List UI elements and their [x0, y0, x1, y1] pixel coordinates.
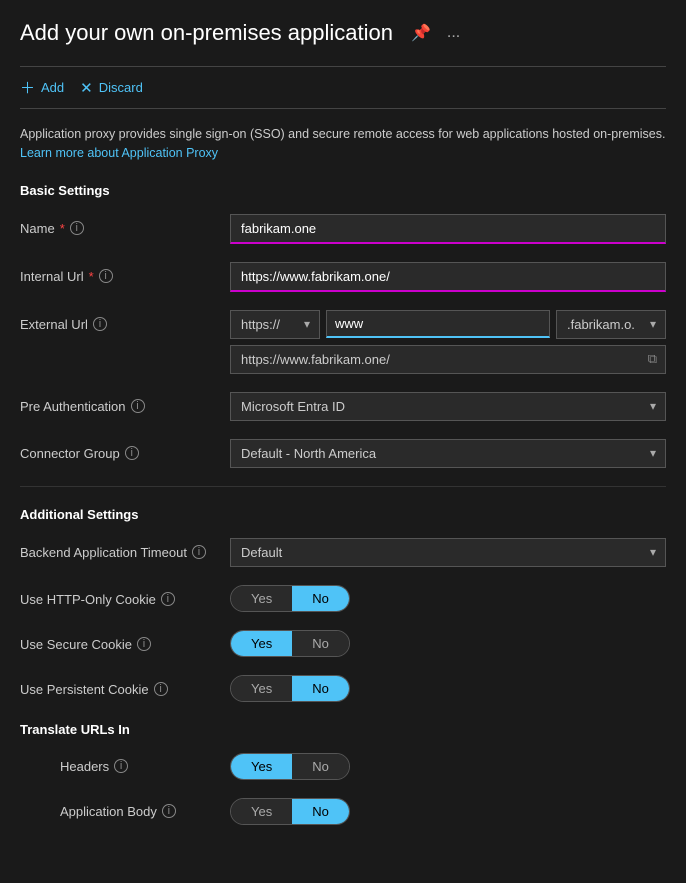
secure-cookie-toggle: Yes No — [230, 630, 350, 657]
backend-timeout-dropdown[interactable]: Default Long — [230, 538, 666, 567]
external-url-info-icon[interactable]: i — [93, 317, 107, 331]
internal-url-label: Internal Url * i — [20, 262, 220, 284]
persistent-cookie-row: Use Persistent Cookie i Yes No — [20, 675, 666, 702]
additional-settings-title: Additional Settings — [20, 507, 666, 522]
full-url-text: https://www.fabrikam.one/ — [241, 352, 390, 367]
protocol-dropdown[interactable]: https:// — [230, 310, 320, 339]
subdomain-input[interactable] — [326, 310, 550, 338]
connector-group-dropdown[interactable]: Default - North America — [230, 439, 666, 468]
translate-urls-title: Translate URLs In — [20, 722, 666, 737]
headers-yes-btn[interactable]: Yes — [231, 754, 292, 779]
backend-timeout-row: Backend Application Timeout i Default Lo… — [20, 538, 666, 567]
domain-dropdown[interactable]: .fabrikam.o... — [556, 310, 666, 339]
backend-timeout-info-icon[interactable]: i — [192, 545, 206, 559]
persistent-cookie-label: Use Persistent Cookie i — [20, 675, 220, 697]
toolbar: ＋ Add ✕ Discard — [20, 66, 666, 109]
internal-url-row: Internal Url * i — [20, 262, 666, 292]
name-row: Name * i — [20, 214, 666, 244]
external-url-label: External Url i — [20, 310, 220, 332]
copy-icon[interactable]: ⧉ — [648, 351, 657, 367]
persistent-cookie-no-btn[interactable]: No — [292, 676, 349, 701]
pre-auth-row: Pre Authentication i Microsoft Entra ID … — [20, 392, 666, 421]
app-body-no-btn[interactable]: No — [292, 799, 349, 824]
banner-text: Application proxy provides single sign-o… — [20, 127, 665, 141]
pre-auth-control: Microsoft Entra ID Passthrough ▾ — [230, 392, 666, 421]
headers-info-icon[interactable]: i — [114, 759, 128, 773]
pre-auth-info-icon[interactable]: i — [131, 399, 145, 413]
more-options-icon[interactable]: ... — [443, 22, 464, 44]
external-url-control: https:// ▾ .fabrikam.o... ▾ https://www.… — [230, 310, 666, 374]
full-url-display: https://www.fabrikam.one/ ⧉ — [230, 345, 666, 374]
http-only-cookie-toggle: Yes No — [230, 585, 350, 612]
internal-url-input[interactable] — [230, 262, 666, 292]
add-button[interactable]: ＋ Add — [20, 77, 64, 98]
headers-toggle: Yes No — [230, 753, 350, 780]
subdomain-wrapper — [326, 310, 550, 338]
connector-group-row: Connector Group i Default - North Americ… — [20, 439, 666, 468]
domain-dropdown-wrapper: .fabrikam.o... ▾ — [556, 310, 666, 339]
http-only-cookie-row: Use HTTP-Only Cookie i Yes No — [20, 585, 666, 612]
internal-url-control — [230, 262, 666, 292]
app-body-row: Application Body i Yes No — [20, 798, 666, 825]
name-label: Name * i — [20, 214, 220, 236]
headers-label: Headers i — [60, 759, 220, 774]
app-body-info-icon[interactable]: i — [162, 804, 176, 818]
protocol-dropdown-wrapper: https:// ▾ — [230, 310, 320, 339]
internal-url-info-icon[interactable]: i — [99, 269, 113, 283]
secure-cookie-label: Use Secure Cookie i — [20, 630, 220, 652]
basic-settings-title: Basic Settings — [20, 183, 666, 198]
persistent-cookie-control: Yes No — [230, 675, 666, 702]
http-only-cookie-control: Yes No — [230, 585, 666, 612]
learn-more-link[interactable]: Learn more about Application Proxy — [20, 146, 218, 160]
pre-auth-dropdown-wrapper: Microsoft Entra ID Passthrough ▾ — [230, 392, 666, 421]
app-body-yes-btn[interactable]: Yes — [231, 799, 292, 824]
pin-icon[interactable]: 📌 — [407, 21, 435, 45]
headers-row: Headers i Yes No — [20, 753, 666, 780]
name-control — [230, 214, 666, 244]
add-icon: ＋ — [20, 77, 35, 98]
secure-cookie-no-btn[interactable]: No — [292, 631, 349, 656]
add-label: Add — [41, 80, 64, 95]
connector-group-dropdown-wrapper: Default - North America ▾ — [230, 439, 666, 468]
persistent-cookie-info-icon[interactable]: i — [154, 682, 168, 696]
page-title: Add your own on-premises application 📌 .… — [20, 20, 666, 46]
http-only-cookie-info-icon[interactable]: i — [161, 592, 175, 606]
backend-timeout-label: Backend Application Timeout i — [20, 538, 220, 560]
info-banner: Application proxy provides single sign-o… — [20, 125, 666, 163]
app-body-toggle: Yes No — [230, 798, 350, 825]
title-text: Add your own on-premises application — [20, 20, 393, 46]
app-body-label: Application Body i — [60, 804, 220, 819]
headers-control: Yes No — [230, 753, 350, 780]
secure-cookie-yes-btn[interactable]: Yes — [231, 631, 292, 656]
connector-group-info-icon[interactable]: i — [125, 446, 139, 460]
external-url-row: External Url i https:// ▾ .fabrikam.o...… — [20, 310, 666, 374]
discard-button[interactable]: ✕ Discard — [80, 79, 143, 97]
secure-cookie-row: Use Secure Cookie i Yes No — [20, 630, 666, 657]
secure-cookie-info-icon[interactable]: i — [137, 637, 151, 651]
http-only-cookie-yes-btn[interactable]: Yes — [231, 586, 292, 611]
backend-timeout-dropdown-wrapper: Default Long ▾ — [230, 538, 666, 567]
pre-auth-label: Pre Authentication i — [20, 392, 220, 414]
name-input[interactable] — [230, 214, 666, 244]
connector-group-label: Connector Group i — [20, 439, 220, 461]
persistent-cookie-yes-btn[interactable]: Yes — [231, 676, 292, 701]
http-only-cookie-label: Use HTTP-Only Cookie i — [20, 585, 220, 607]
name-info-icon[interactable]: i — [70, 221, 84, 235]
connector-group-control: Default - North America ▾ — [230, 439, 666, 468]
name-required: * — [60, 221, 65, 236]
persistent-cookie-toggle: Yes No — [230, 675, 350, 702]
pre-auth-dropdown[interactable]: Microsoft Entra ID Passthrough — [230, 392, 666, 421]
backend-timeout-control: Default Long ▾ — [230, 538, 666, 567]
section-divider — [20, 486, 666, 487]
discard-icon: ✕ — [80, 79, 93, 97]
internal-url-required: * — [89, 269, 94, 284]
headers-no-btn[interactable]: No — [292, 754, 349, 779]
app-body-control: Yes No — [230, 798, 350, 825]
secure-cookie-control: Yes No — [230, 630, 666, 657]
http-only-cookie-no-btn[interactable]: No — [292, 586, 349, 611]
discard-label: Discard — [99, 80, 143, 95]
